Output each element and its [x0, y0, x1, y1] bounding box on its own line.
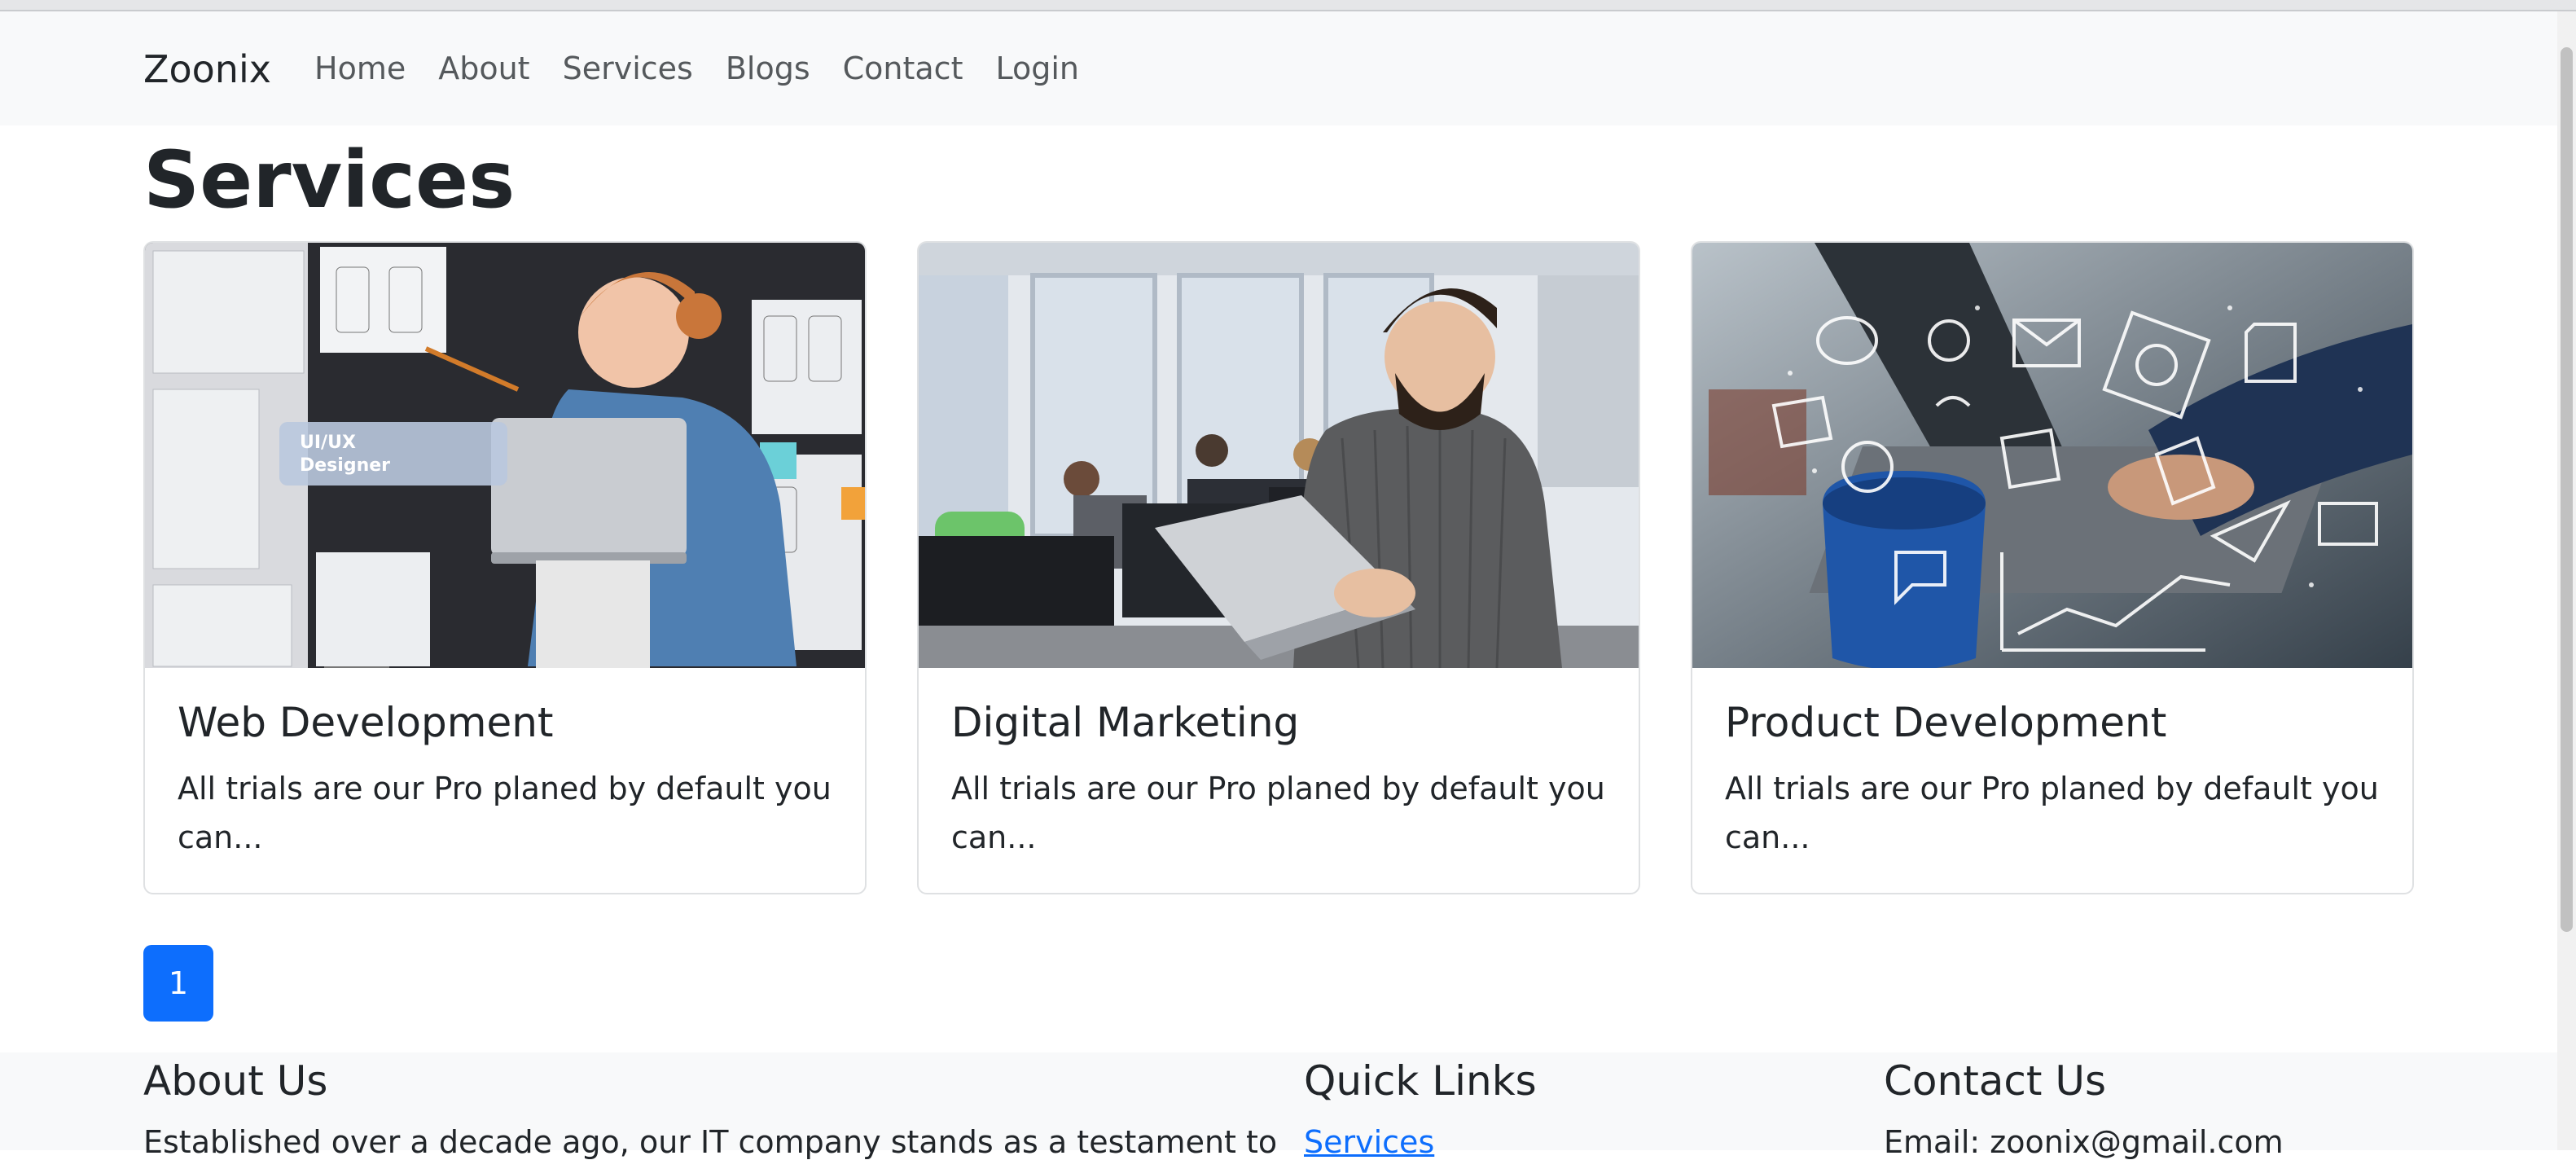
nav-link-contact[interactable]: Contact [827, 51, 980, 86]
scrollbar-thumb[interactable] [2561, 47, 2573, 932]
footer-quick-links-heading: Quick Links [1304, 1057, 1537, 1105]
footer-about-text: Established over a decade ago, our IT co… [143, 1124, 1278, 1160]
product-development-image [1692, 243, 2412, 668]
nav-link-services[interactable]: Services [546, 51, 709, 86]
card-title: Product Development [1725, 699, 2167, 746]
svg-text:Designer: Designer [300, 455, 390, 476]
service-card-web-development[interactable]: UI/UX Designer Web Development All trial… [143, 241, 867, 894]
browser-top-edge [0, 0, 2576, 11]
card-title: Digital Marketing [951, 699, 1300, 746]
navbar: Zoonix Home About Services Blogs Contact… [0, 11, 2557, 125]
footer-link-services[interactable]: Services [1304, 1124, 1434, 1160]
nav-link-home[interactable]: Home [314, 51, 422, 86]
pagination-page-1[interactable]: 1 [143, 945, 213, 1022]
card-text: All trials are our Pro planed by default… [178, 771, 832, 855]
service-card-product-development[interactable]: Product Development All trials are our P… [1691, 241, 2414, 894]
service-card-digital-marketing[interactable]: Digital Marketing All trials are our Pro… [917, 241, 1640, 894]
nav-links: Home About Services Blogs Contact Login [314, 51, 1095, 86]
nav-link-login[interactable]: Login [979, 51, 1095, 86]
card-text: All trials are our Pro planed by default… [1725, 771, 2379, 855]
brand-logo[interactable]: Zoonix [143, 47, 271, 91]
card-title: Web Development [178, 699, 554, 746]
web-development-image: UI/UX Designer [145, 243, 865, 668]
page-title: Services [143, 134, 516, 226]
card-text: All trials are our Pro planed by default… [951, 771, 1605, 855]
nav-link-blogs[interactable]: Blogs [709, 51, 827, 86]
footer-contact-email: Email: zoonix@gmail.com [1884, 1124, 2284, 1160]
footer-contact-heading: Contact Us [1884, 1057, 2107, 1105]
footer-about-heading: About Us [143, 1057, 328, 1105]
digital-marketing-image [919, 243, 1639, 668]
svg-text:UI/UX: UI/UX [300, 433, 356, 453]
vertical-scrollbar[interactable] [2557, 11, 2576, 1150]
nav-link-about[interactable]: About [422, 51, 546, 86]
